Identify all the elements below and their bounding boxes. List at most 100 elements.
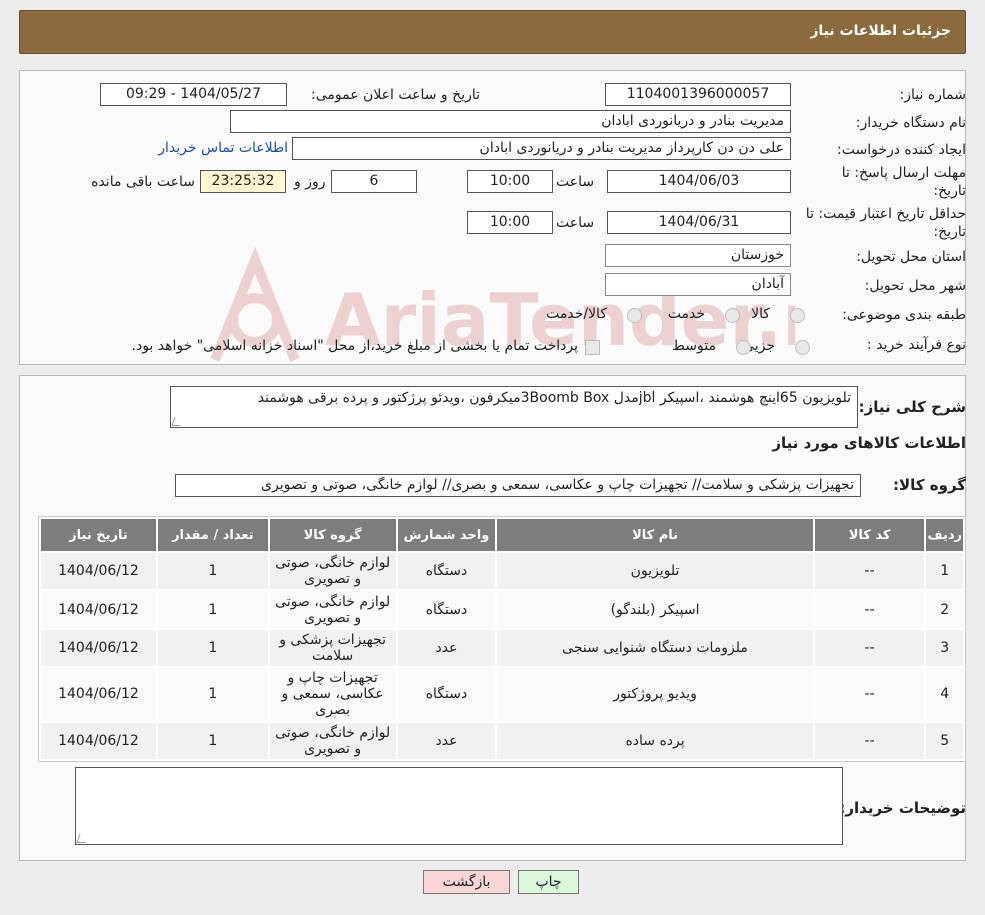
col-header-quantity: تعداد / مقدار (157, 519, 268, 551)
process-label: نوع فرآیند خرید : (867, 337, 966, 353)
announce-datetime-field: 1404/05/27 - 09:29 (100, 83, 287, 106)
cell-date: 1404/06/12 (41, 591, 156, 628)
validity-label: حداقل تاریخ اعتبار قیمت: تا (805, 206, 966, 222)
deadline-time-field: 10:00 (467, 170, 553, 193)
cell-name: اسپیکر (بلندگو) (497, 591, 813, 628)
items-table-frame: ردیف کد کالا نام کالا واحد شمارش گروه کا… (38, 516, 966, 762)
cell-row-number: 1 (926, 553, 963, 590)
cell-name: پرده ساده (497, 722, 813, 759)
cell-quantity: 1 (157, 591, 268, 628)
cell-row-number: 3 (926, 629, 963, 667)
notes-textarea[interactable] (75, 767, 843, 845)
cell-code: -- (814, 553, 925, 590)
cell-row-number: 2 (926, 591, 963, 628)
process-note: پرداخت تمام یا بخشی از مبلغ خرید،از محل … (131, 338, 578, 354)
table-row: 5 -- پرده ساده عدد لوازم خانگی، صوتی و ت… (41, 722, 963, 759)
cell-code: -- (814, 591, 925, 628)
buyer-org-field: مدیریت بنادر و دریانوردی ابادان (230, 110, 791, 133)
back-button[interactable]: بازگشت (423, 870, 510, 894)
radio-icon[interactable] (725, 308, 740, 323)
cell-code: -- (814, 668, 925, 721)
cell-group: تجهیزات پزشکی و سلامت (269, 629, 396, 667)
cell-date: 1404/06/12 (41, 629, 156, 667)
goods-group-label: گروه کالا: (893, 476, 966, 494)
col-header-unit: واحد شمارش (397, 519, 496, 551)
need-number-label: شماره نیاز: (899, 87, 967, 103)
days-remaining-field: 6 (331, 170, 417, 193)
cell-group: لوازم خانگی، صوتی و تصویری (269, 591, 396, 628)
deadline-label: مهلت ارسال پاسخ: تا (841, 165, 966, 181)
category-label: طبقه بندی موضوعی: (842, 307, 966, 323)
deadline-time-label: ساعت (556, 174, 595, 190)
resize-handle-icon[interactable] (76, 834, 89, 843)
city-field: آبادان (605, 273, 791, 296)
table-row: 2 -- اسپیکر (بلندگو) دستگاه لوازم خانگی،… (41, 591, 963, 628)
cell-name: ویدیو پروژکتور (497, 668, 813, 721)
cell-date: 1404/06/12 (41, 668, 156, 721)
col-header-code: کد کالا (814, 519, 925, 551)
announce-label: تاریخ و ساعت اعلان عمومی: (311, 87, 480, 103)
cell-date: 1404/06/12 (41, 553, 156, 590)
remaining-time-label: ساعت باقی مانده (91, 174, 195, 190)
col-header-group: گروه کالا (269, 519, 396, 551)
validity-time-label: ساعت (556, 215, 595, 231)
cell-unit: عدد (397, 722, 496, 759)
radio-icon[interactable] (627, 308, 642, 323)
cell-row-number: 5 (926, 722, 963, 759)
summary-label: شرح کلی نیاز: (858, 398, 966, 416)
city-label: شهر محل تحویل: (864, 278, 966, 294)
items-table: ردیف کد کالا نام کالا واحد شمارش گروه کا… (39, 517, 965, 761)
cell-date: 1404/06/12 (41, 722, 156, 759)
creator-field: علی دن دن کارپرداز مدیریت بنادر و دریانو… (292, 137, 791, 160)
table-header-row: ردیف کد کالا نام کالا واحد شمارش گروه کا… (41, 519, 963, 551)
table-row: 1 -- تلویزیون دستگاه لوازم خانگی، صوتی و… (41, 553, 963, 590)
col-header-name: نام کالا (497, 519, 813, 551)
deadline-date-label: تاریخ: (933, 183, 966, 199)
creator-label: ایجاد کننده درخواست: (837, 142, 966, 158)
radio-icon[interactable] (790, 308, 805, 323)
deadline-date-field: 1404/06/03 (607, 170, 791, 193)
cell-name: ملزومات دستگاه شنوایی سنجی (497, 629, 813, 667)
goods-section-title: اطلاعات کالاهای مورد نیاز (772, 434, 966, 452)
col-header-row-number: ردیف (926, 519, 963, 551)
cell-unit: دستگاه (397, 553, 496, 590)
cell-group: لوازم خانگی، صوتی و تصویری (269, 722, 396, 759)
cell-quantity: 1 (157, 722, 268, 759)
table-row: 4 -- ویدیو پروژکتور دستگاه تجهیزات چاپ و… (41, 668, 963, 721)
cell-unit: عدد (397, 629, 496, 667)
col-header-date: تاریخ نیاز (41, 519, 156, 551)
cell-row-number: 4 (926, 668, 963, 721)
cell-code: -- (814, 722, 925, 759)
province-field: خوزستان (605, 244, 791, 267)
remaining-time-field: 23:25:32 (200, 170, 286, 193)
buyer-org-label: نام دستگاه خریدار: (855, 115, 966, 131)
print-button[interactable]: چاپ (518, 870, 579, 894)
validity-date-label: تاریخ: (933, 224, 966, 240)
resize-handle-icon[interactable] (171, 417, 184, 426)
goods-group-field: تجهیزات پزشکی و سلامت// تجهیزات چاپ و عک… (175, 474, 861, 497)
cell-group: لوازم خانگی، صوتی و تصویری (269, 553, 396, 590)
notes-label: توضیحات خریدار: (839, 799, 966, 817)
cell-unit: دستگاه (397, 668, 496, 721)
need-number-field: 1104001396000057 (605, 83, 791, 106)
summary-textarea[interactable]: تلویزیون 65اینچ هوشمند ،اسپیکر jblمدل 3B… (170, 386, 858, 428)
validity-time-field: 10:00 (467, 211, 553, 234)
page-header: جزئیات اطلاعات نیاز (19, 10, 966, 54)
summary-text: تلویزیون 65اینچ هوشمند ،اسپیکر jblمدل 3B… (257, 390, 851, 406)
radio-icon[interactable] (795, 340, 810, 355)
cell-quantity: 1 (157, 553, 268, 590)
days-label: روز و (294, 174, 326, 190)
radio-icon[interactable] (736, 340, 751, 355)
cell-name: تلویزیون (497, 553, 813, 590)
checkbox-icon[interactable] (585, 340, 600, 355)
table-row: 3 -- ملزومات دستگاه شنوایی سنجی عدد تجهی… (41, 629, 963, 667)
buyer-contact-link[interactable]: اطلاعات تماس خریدار (150, 140, 288, 156)
cell-group: تجهیزات چاپ و عکاسی، سمعی و بصری (269, 668, 396, 721)
cell-code: -- (814, 629, 925, 667)
province-label: استان محل تحویل: (856, 249, 966, 265)
page-title: جزئیات اطلاعات نیاز (810, 23, 951, 39)
cell-quantity: 1 (157, 629, 268, 667)
cell-quantity: 1 (157, 668, 268, 721)
cell-unit: دستگاه (397, 591, 496, 628)
validity-date-field: 1404/06/31 (607, 211, 791, 234)
